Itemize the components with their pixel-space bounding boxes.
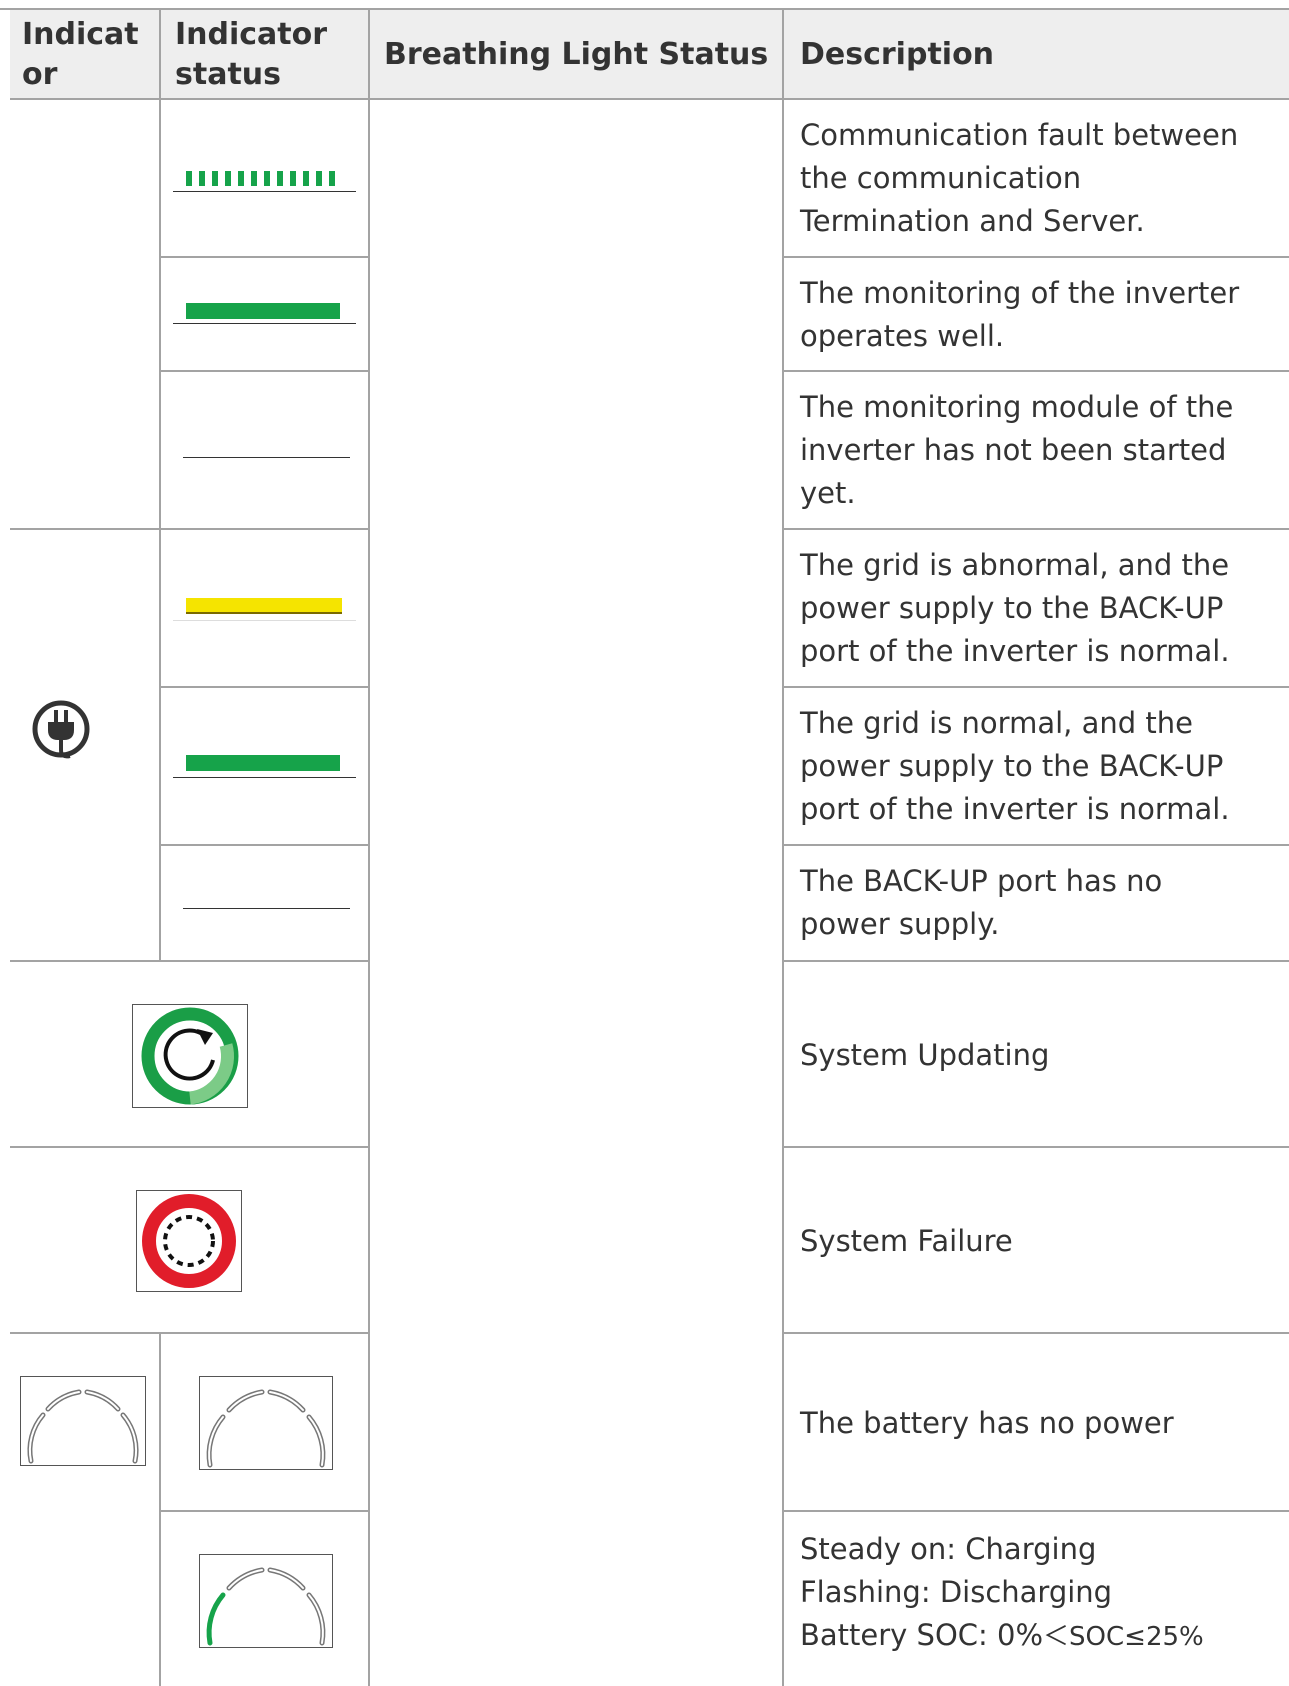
description-cell: System Updating bbox=[784, 962, 1289, 1148]
status-cell-battery-low bbox=[161, 1512, 370, 1686]
off-line bbox=[183, 908, 350, 909]
refresh-icon bbox=[132, 1004, 248, 1108]
yellow-steady-bar bbox=[186, 598, 342, 612]
description-cell: System Failure bbox=[784, 1148, 1289, 1334]
description-cell: Steady on: Charging Flashing: Dischargin… bbox=[784, 1512, 1289, 1686]
description-cell: The battery has no power bbox=[784, 1334, 1289, 1512]
description-cell: The grid is abnormal, and the power supp… bbox=[784, 530, 1289, 688]
green-steady-bar bbox=[186, 303, 340, 319]
status-cell-battery-empty bbox=[161, 1334, 370, 1512]
indicator-table: Indicat or Indicator status Breathing Li… bbox=[0, 0, 1289, 1686]
failure-indicator-cell bbox=[10, 1148, 370, 1334]
indicator-cell-battery bbox=[10, 1334, 161, 1686]
status-cell-dashed-green bbox=[161, 100, 370, 258]
update-indicator-cell bbox=[10, 962, 370, 1148]
description-cell: The monitoring module of the inverter ha… bbox=[784, 372, 1289, 530]
status-cell-yellow-steady bbox=[161, 530, 370, 688]
off-line bbox=[183, 457, 350, 458]
plug-icon bbox=[32, 700, 90, 759]
description-cell: The monitoring of the inverter operates … bbox=[784, 258, 1289, 372]
battery-arc-icon bbox=[20, 1376, 146, 1466]
battery-arc-icon bbox=[199, 1554, 333, 1648]
description-cell: The BACK-UP port has no power supply. bbox=[784, 846, 1289, 962]
description-cell: Communication fault between the communic… bbox=[784, 100, 1289, 258]
header-breathing-light-status: Breathing Light Status bbox=[370, 10, 784, 100]
failure-ring-icon bbox=[136, 1190, 242, 1292]
indicator-cell-communication bbox=[10, 100, 161, 530]
battery-arc-icon bbox=[199, 1376, 333, 1470]
header-indicator: Indicat or bbox=[10, 10, 161, 100]
status-cell-green-steady-grid bbox=[161, 688, 370, 846]
status-cell-green-steady bbox=[161, 258, 370, 372]
green-steady-bar bbox=[186, 755, 340, 771]
header-indicator-status: Indicator status bbox=[161, 10, 370, 100]
status-cell-off bbox=[161, 372, 370, 530]
breathing-light-status-cell bbox=[370, 100, 784, 1686]
description-cell: The grid is normal, and the power supply… bbox=[784, 688, 1289, 846]
header-description: Description bbox=[784, 10, 1289, 100]
indicator-cell-grid bbox=[10, 530, 161, 962]
status-cell-off-grid bbox=[161, 846, 370, 962]
